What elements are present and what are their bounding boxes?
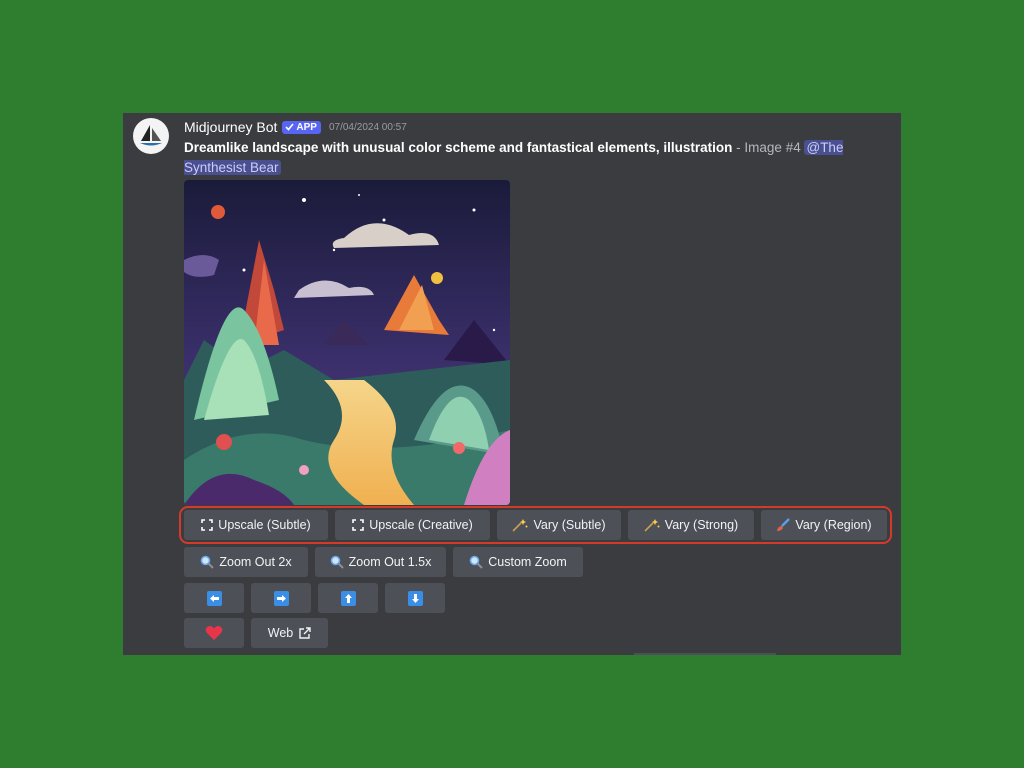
paintbrush-icon bbox=[776, 518, 791, 532]
web-link-button[interactable]: Web bbox=[251, 618, 328, 648]
button-label: Vary (Subtle) bbox=[533, 518, 606, 532]
vary-strong-button[interactable]: Vary (Strong) bbox=[628, 510, 754, 540]
sailboat-icon bbox=[140, 125, 162, 146]
badge-label: APP bbox=[296, 121, 317, 133]
favorite-button[interactable] bbox=[184, 618, 244, 648]
button-label: Custom Zoom bbox=[488, 555, 567, 569]
vary-subtle-button[interactable]: Vary (Subtle) bbox=[497, 510, 621, 540]
message-timestamp: 07/04/2024 00:57 bbox=[328, 121, 407, 133]
landscape-illustration bbox=[184, 180, 510, 505]
expand-icon bbox=[352, 519, 365, 531]
prompt-text: Dreamlike landscape with unusual color s… bbox=[184, 140, 733, 155]
arrow-right-icon bbox=[273, 590, 289, 606]
button-label: Vary (Strong) bbox=[664, 518, 739, 532]
pan-up-button[interactable] bbox=[318, 583, 378, 613]
zoom-button-row: Zoom Out 2x Zoom Out 1.5x Custom Zoom bbox=[184, 547, 583, 577]
discord-message-panel: Midjourney Bot APP 07/04/2024 00:57 Drea… bbox=[123, 113, 901, 655]
expand-icon bbox=[201, 519, 214, 531]
pan-right-button[interactable] bbox=[251, 583, 311, 613]
button-label: Zoom Out 1.5x bbox=[348, 555, 432, 569]
magnifier-icon bbox=[330, 555, 344, 569]
pan-left-button[interactable] bbox=[184, 583, 244, 613]
bot-avatar[interactable] bbox=[133, 118, 169, 154]
upscale-creative-button[interactable]: Upscale (Creative) bbox=[335, 510, 490, 540]
app-badge: APP bbox=[282, 120, 321, 134]
sparkles-icon bbox=[644, 518, 660, 532]
custom-zoom-button[interactable]: Custom Zoom bbox=[453, 547, 583, 577]
extra-button-row: Web bbox=[184, 618, 328, 648]
magnifier-icon bbox=[469, 555, 483, 569]
zoom-out-2x-button[interactable]: Zoom Out 2x bbox=[184, 547, 308, 577]
vary-region-button[interactable]: Vary (Region) bbox=[761, 510, 887, 540]
next-message-edge bbox=[634, 653, 776, 655]
message-header: Midjourney Bot APP 07/04/2024 00:57 bbox=[184, 119, 407, 135]
pan-down-button[interactable] bbox=[385, 583, 445, 613]
button-label: Web bbox=[267, 626, 294, 640]
checkmark-icon bbox=[285, 123, 295, 131]
sparkles-icon bbox=[512, 518, 528, 532]
arrow-down-icon bbox=[407, 590, 423, 606]
heart-icon bbox=[205, 625, 223, 641]
upscale-subtle-button[interactable]: Upscale (Subtle) bbox=[184, 510, 328, 540]
generated-image[interactable] bbox=[184, 180, 510, 505]
magnifier-icon bbox=[200, 555, 215, 569]
image-label: Image #4 bbox=[744, 140, 801, 155]
pan-button-row bbox=[184, 583, 445, 613]
button-label: Upscale (Creative) bbox=[369, 518, 473, 532]
author-name[interactable]: Midjourney Bot bbox=[184, 119, 277, 135]
arrow-left-icon bbox=[206, 590, 222, 606]
zoom-out-1-5x-button[interactable]: Zoom Out 1.5x bbox=[315, 547, 446, 577]
arrow-up-icon bbox=[340, 590, 356, 606]
button-label: Zoom Out 2x bbox=[219, 555, 292, 569]
message-content: Dreamlike landscape with unusual color s… bbox=[184, 138, 874, 178]
button-label: Vary (Region) bbox=[795, 518, 872, 532]
separator: - bbox=[732, 140, 745, 155]
variation-button-row: Upscale (Subtle) Upscale (Creative) Vary… bbox=[184, 510, 887, 540]
button-label: Upscale (Subtle) bbox=[218, 518, 311, 532]
external-link-icon bbox=[298, 626, 311, 640]
